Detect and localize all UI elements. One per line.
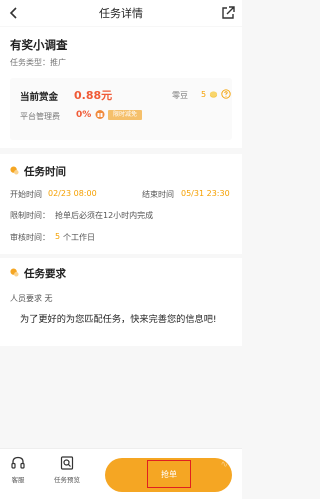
bottom-action-bar: 客服 任务预览 抢单 ∿ <box>0 448 242 499</box>
page-title: 任务详情 <box>99 7 143 20</box>
people-requirement-label: 人员要求 <box>10 294 42 303</box>
task-type-label: 任务类型： <box>10 58 50 67</box>
preview-icon <box>60 456 74 470</box>
task-time-card: 任务时间 开始时间 02/23 08:00 结束时间 05/31 23:30 限… <box>0 154 242 254</box>
task-name: 有奖小调查 <box>10 38 68 52</box>
customer-service-button[interactable]: 客服 <box>3 455 33 484</box>
gift-icon <box>95 110 105 119</box>
coin-icon <box>209 91 218 98</box>
task-requirement-title: 任务要求 <box>24 268 66 280</box>
limit-time-label: 限制时间： <box>10 211 50 220</box>
task-time-title: 任务时间 <box>24 166 66 178</box>
help-icon[interactable] <box>221 89 231 99</box>
reward-box: 当前赏金 0.88元 零豆 5 平台管理费 0% 限时减免 <box>10 78 232 140</box>
task-requirement-card: 任务要求 人员要求 无 为了更好的为您匹配任务，快来完善您的信息吧! <box>0 258 242 346</box>
fee-value: 0% <box>76 110 92 120</box>
share-icon[interactable] <box>220 5 236 21</box>
section-dot-icon <box>10 268 19 277</box>
profile-prompt[interactable]: 为了更好的为您匹配任务，快来完善您的信息吧! <box>20 311 235 328</box>
current-reward-value: 0.88元 <box>74 89 113 102</box>
task-preview-button[interactable]: 任务预览 <box>52 455 82 484</box>
watermark-logo-icon: ∿ <box>220 460 228 470</box>
review-time-unit: 个工作日 <box>63 233 95 242</box>
grab-order-label: 抢单 <box>161 469 177 479</box>
grab-order-button[interactable]: 抢单 ∿ <box>105 458 232 492</box>
lingdou-label: 零豆 <box>172 91 188 100</box>
task-type: 任务类型：推广 <box>10 57 66 68</box>
task-summary-card: 有奖小调查 任务类型：推广 当前赏金 0.88元 零豆 5 平台管理费 0% 限… <box>0 27 242 148</box>
fee-promo-tag: 限时减免 <box>108 110 142 120</box>
current-reward-label: 当前赏金 <box>20 92 59 103</box>
people-requirement: 人员要求 无 <box>10 293 53 304</box>
lingdou-value: 5 <box>201 90 207 99</box>
customer-service-label: 客服 <box>11 476 25 484</box>
start-time-value: 02/23 08:00 <box>48 189 97 198</box>
review-time-label: 审核时间： <box>10 233 50 242</box>
section-dot-icon <box>10 166 19 175</box>
limit-time-value: 抢单后必须在12小时内完成 <box>55 211 154 220</box>
task-type-value: 推广 <box>50 58 66 67</box>
start-time-label: 开始时间 <box>10 190 42 199</box>
end-time-label: 结束时间 <box>142 190 174 199</box>
headset-icon <box>11 456 25 469</box>
task-preview-label: 任务预览 <box>54 476 80 484</box>
fee-label: 平台管理费 <box>20 112 60 121</box>
nav-bar: 任务详情 <box>0 0 242 26</box>
end-time-value: 05/31 23:30 <box>181 189 230 198</box>
grab-order-highlight: 抢单 <box>147 460 191 488</box>
people-requirement-value: 无 <box>44 294 53 303</box>
back-arrow-icon[interactable] <box>6 5 22 21</box>
review-time-value: 5 <box>55 232 61 241</box>
